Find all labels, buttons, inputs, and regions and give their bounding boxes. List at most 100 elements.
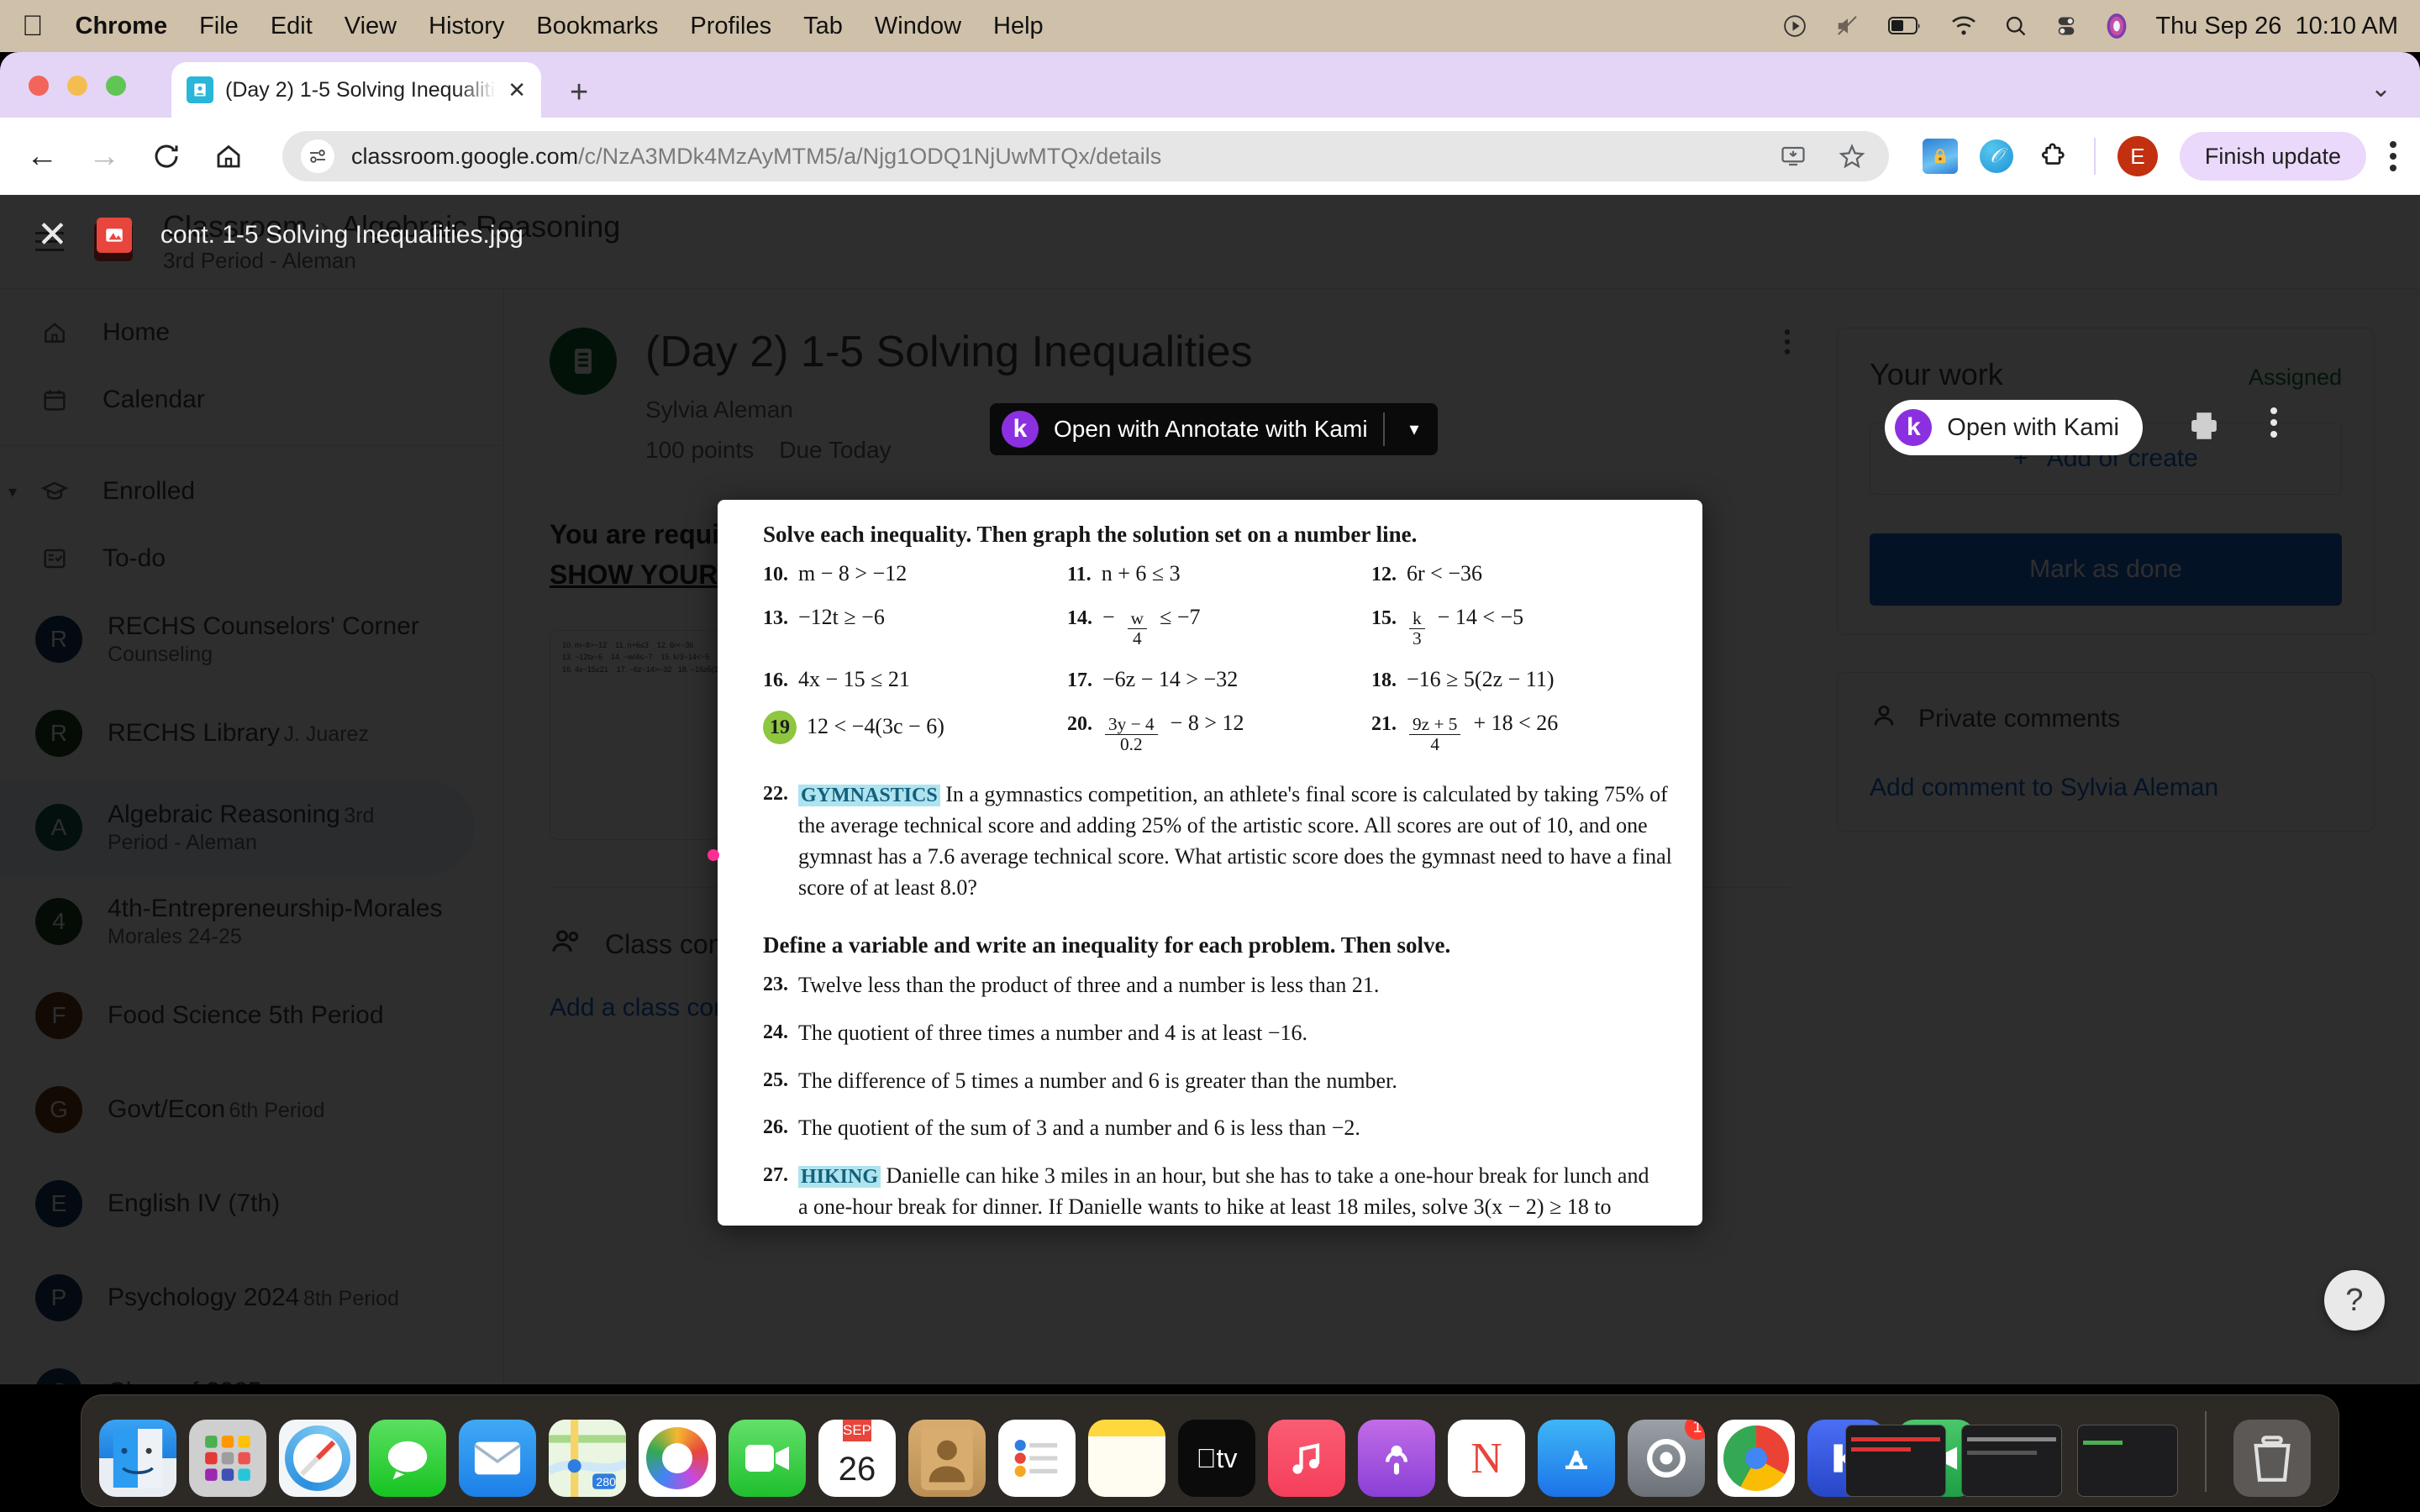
dock-item-music[interactable]: [1268, 1420, 1345, 1497]
dock-item-messages[interactable]: [369, 1420, 446, 1497]
menu-item-help[interactable]: Help: [993, 13, 1044, 40]
menu-item-history[interactable]: History: [429, 13, 504, 40]
menu-item-edit[interactable]: Edit: [271, 13, 313, 40]
svg-text:280: 280: [596, 1475, 616, 1488]
star-icon[interactable]: [1833, 138, 1870, 175]
dock-item-app-store[interactable]: [1538, 1420, 1615, 1497]
dock-item-maps[interactable]: 280: [549, 1420, 626, 1497]
tab-strip: (Day 2) 1-5 Solving Inequalitie ✕ + ⌄: [0, 52, 2420, 118]
problem-22-tag: GYMNASTICS: [798, 785, 940, 807]
dock-item-mail[interactable]: [459, 1420, 536, 1497]
lastpass-icon[interactable]: [1922, 139, 1958, 174]
profile-avatar[interactable]: E: [2117, 136, 2158, 176]
mute-icon[interactable]: [1834, 13, 1861, 39]
kami-logo-icon: k: [1895, 409, 1933, 446]
dock-item-notes[interactable]: [1088, 1420, 1165, 1497]
home-button[interactable]: [208, 136, 249, 176]
dock-divider: [2205, 1411, 2207, 1492]
kami-extension-icon[interactable]: 𝒪: [1979, 139, 2013, 173]
back-button[interactable]: ←: [22, 136, 62, 176]
play-circle-icon[interactable]: [1782, 13, 1807, 39]
dock-item-launchpad[interactable]: [189, 1420, 266, 1497]
site-settings-icon[interactable]: [301, 139, 334, 173]
help-button[interactable]: ?: [2324, 1270, 2385, 1331]
problem-expression: 12 < −4(3c − 6): [807, 713, 944, 738]
close-window-button[interactable]: [29, 76, 49, 96]
fraction: k3: [1409, 608, 1425, 648]
problem-text: Twelve less than the product of three an…: [798, 972, 1380, 997]
worksheet-image[interactable]: Solve each inequality. Then graph the so…: [718, 500, 1702, 1226]
dock-minimized-window-1[interactable]: [1845, 1425, 1946, 1497]
close-icon[interactable]: ✕: [37, 217, 68, 254]
dock-item-system-settings[interactable]: 1: [1628, 1420, 1705, 1497]
reload-button[interactable]: [146, 136, 187, 176]
dock-items: 280 SEP 26 tv: [99, 1420, 1975, 1497]
open-with-kami-button[interactable]: k Open with Kami: [1885, 400, 2143, 455]
problem-expression: 6r < −36: [1407, 561, 1482, 585]
browser-tab[interactable]: (Day 2) 1-5 Solving Inequalitie ✕: [171, 62, 541, 118]
menu-item-chrome[interactable]: Chrome: [76, 13, 168, 40]
close-tab-icon[interactable]: ✕: [508, 77, 526, 103]
dock-item-chrome[interactable]: [1718, 1420, 1795, 1497]
dock-minimized-window-2[interactable]: [1961, 1425, 2062, 1497]
dock-minimized-window-3[interactable]: [2077, 1425, 2178, 1497]
omnibox-actions: [1775, 138, 1870, 175]
problem-27: 27. HIKING Danielle can hike 3 miles in …: [763, 1161, 1676, 1226]
dock-item-trash[interactable]: [2233, 1420, 2311, 1497]
menu-item-view[interactable]: View: [345, 13, 397, 40]
dock-item-podcasts[interactable]: [1358, 1420, 1435, 1497]
menu-item-file[interactable]: File: [199, 13, 239, 40]
forward-button[interactable]: →: [84, 136, 124, 176]
menu-item-profiles[interactable]: Profiles: [690, 13, 771, 40]
dock-item-facetime[interactable]: [729, 1420, 806, 1497]
chrome-menu-kebab-icon[interactable]: [2388, 139, 2398, 173]
dock-item-safari[interactable]: [279, 1420, 356, 1497]
safari-compass-icon: [285, 1425, 350, 1491]
dock-item-reminders[interactable]: [998, 1420, 1076, 1497]
menu-items: Chrome File Edit View History Bookmarks …: [76, 13, 1044, 40]
new-tab-button[interactable]: +: [570, 77, 588, 108]
fraction: w4: [1127, 608, 1148, 648]
viewer-kebab-icon[interactable]: [2269, 405, 2279, 440]
address-bar[interactable]: classroom.google.com/c/NzA3MDk4MzAyMTM5/…: [282, 131, 1889, 181]
image-file-icon: [96, 218, 132, 253]
classroom-favicon-icon: [187, 76, 213, 103]
menu-item-tab[interactable]: Tab: [803, 13, 843, 40]
problem-22: 22. GYMNASTICS In a gymnastics competiti…: [763, 782, 1672, 900]
dock-item-news[interactable]: N: [1448, 1420, 1525, 1497]
menu-item-bookmarks[interactable]: Bookmarks: [536, 13, 658, 40]
problem-10: 10. m − 8 > −12: [763, 561, 908, 585]
calendar-day-label: 26: [838, 1450, 876, 1488]
siri-icon[interactable]: [2105, 13, 2128, 39]
dock-item-calendar[interactable]: SEP 26: [818, 1420, 896, 1497]
dock-item-contacts[interactable]: [908, 1420, 986, 1497]
install-app-icon[interactable]: [1775, 138, 1812, 175]
open-with-annotate-kami-bar[interactable]: k Open with Annotate with Kami ▾: [990, 403, 1438, 455]
macos-dock: 280 SEP 26 tv: [0, 1384, 2420, 1512]
extensions-puzzle-icon[interactable]: [2035, 138, 2072, 175]
search-icon[interactable]: [2004, 14, 2028, 38]
chevron-down-icon[interactable]: ▾: [1400, 418, 1429, 440]
maximize-window-button[interactable]: [106, 76, 126, 96]
wifi-icon[interactable]: [1950, 15, 1977, 37]
chrome-logo-icon: [1723, 1425, 1789, 1491]
dock-item-finder[interactable]: [99, 1420, 176, 1497]
menu-bar-clock[interactable]: Thu Sep 26 10:10 AM: [2155, 13, 2398, 40]
preview-filename: cont. 1-5 Solving Inequalities.jpg: [160, 221, 523, 249]
problem-text: The quotient of three times a number and…: [798, 1020, 1307, 1045]
control-center-icon[interactable]: [2054, 14, 2078, 38]
print-icon[interactable]: [2185, 408, 2223, 452]
menu-item-window[interactable]: Window: [875, 13, 961, 40]
minimize-window-button[interactable]: [67, 76, 87, 96]
worksheet-problems-23-27: 23. Twelve less than the product of thre…: [763, 970, 1676, 1226]
finish-update-button[interactable]: Finish update: [2179, 132, 2366, 181]
dock-item-photos[interactable]: [639, 1420, 716, 1497]
tab-search-chevron-down-icon[interactable]: ⌄: [2370, 74, 2391, 103]
problem-27-tag: HIKING: [798, 1166, 881, 1189]
apple-logo-icon[interactable]: : [22, 12, 44, 40]
problem-26: 26. The quotient of the sum of 3 and a n…: [763, 1113, 1676, 1144]
worksheet-problems-10-21: 10. m − 8 > −12 11. n + 6 ≤ 3 12. 6r < −…: [763, 561, 1676, 754]
problem-text: The difference of 5 times a number and 6…: [798, 1068, 1397, 1093]
dock-item-tv[interactable]: tv: [1178, 1420, 1255, 1497]
battery-icon[interactable]: [1888, 15, 1923, 37]
